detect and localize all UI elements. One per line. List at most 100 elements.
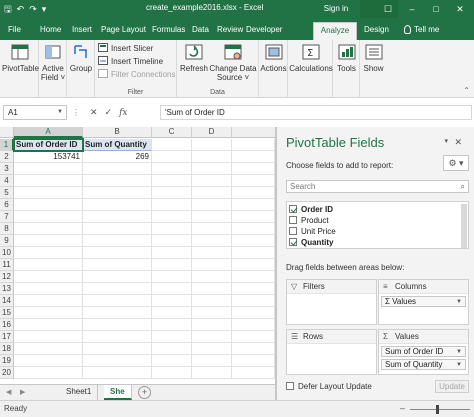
values-area[interactable]: Σ Values Sum of Order ID ▼ Sum of Quantity… <box>378 329 469 375</box>
cell[interactable] <box>192 187 232 199</box>
cell[interactable] <box>232 283 275 295</box>
cell[interactable] <box>232 139 275 151</box>
zoom-slider-thumb[interactable] <box>436 405 439 414</box>
update-button[interactable]: Update <box>435 380 469 393</box>
chevron-down-icon[interactable]: ▼ <box>456 347 462 357</box>
cell[interactable] <box>232 199 275 211</box>
cell[interactable] <box>14 283 83 295</box>
formula-input[interactable]: 'Sum of Order ID <box>160 105 472 120</box>
add-sheet-button[interactable]: + <box>138 386 151 399</box>
cell[interactable] <box>232 151 275 163</box>
cell[interactable] <box>152 295 192 307</box>
cell[interactable] <box>232 211 275 223</box>
cell[interactable] <box>232 247 275 259</box>
cell[interactable] <box>192 211 232 223</box>
row-header[interactable]: 6 <box>0 199 14 211</box>
cell[interactable] <box>192 343 232 355</box>
cell[interactable] <box>152 271 192 283</box>
cell[interactable] <box>232 331 275 343</box>
field-order-id[interactable]: Order ID <box>289 204 333 215</box>
checkbox-order-id[interactable] <box>289 205 297 213</box>
cell[interactable] <box>14 163 83 175</box>
zoom-out-button[interactable]: – <box>400 403 405 413</box>
chevron-down-icon[interactable]: ▼ <box>456 360 462 370</box>
cell[interactable] <box>83 175 152 187</box>
customize-qat-icon[interactable]: ▾ <box>42 2 47 16</box>
tab-developer[interactable]: Developer <box>246 22 282 40</box>
cell[interactable] <box>83 295 152 307</box>
cell[interactable] <box>152 247 192 259</box>
chevron-down-icon[interactable]: ▼ <box>456 297 462 307</box>
columns-values-pill[interactable]: Σ Values ▼ <box>381 296 466 307</box>
tab-formulas[interactable]: Formulas <box>152 22 185 40</box>
row-header[interactable]: 7 <box>0 211 14 223</box>
column-header-a[interactable]: A <box>14 127 83 138</box>
cell[interactable] <box>14 367 83 379</box>
cell[interactable] <box>83 307 152 319</box>
tab-insert[interactable]: Insert <box>72 22 92 40</box>
sheet-tab-sheet1[interactable]: Sheet1 <box>60 385 99 400</box>
close-icon[interactable]: ✕ <box>448 0 472 18</box>
cell[interactable] <box>232 271 275 283</box>
cell-b1[interactable]: Sum of Quantity <box>83 139 152 151</box>
cell[interactable] <box>192 151 232 163</box>
cell-a1[interactable]: Sum of Order ID <box>13 138 84 152</box>
cell[interactable] <box>83 199 152 211</box>
cell[interactable] <box>152 259 192 271</box>
field-list-scrollbar[interactable] <box>461 204 467 248</box>
name-box-dropdown-icon[interactable]: ▼ <box>57 106 63 119</box>
cell[interactable] <box>14 175 83 187</box>
cell[interactable] <box>14 355 83 367</box>
cell[interactable] <box>14 307 83 319</box>
cell[interactable] <box>192 331 232 343</box>
cell[interactable] <box>232 163 275 175</box>
tab-home[interactable]: Home <box>40 22 61 40</box>
close-icon[interactable]: ✕ <box>454 137 462 148</box>
select-all-corner[interactable] <box>0 127 14 138</box>
cell[interactable] <box>192 175 232 187</box>
cell[interactable] <box>232 223 275 235</box>
cell[interactable] <box>152 223 192 235</box>
cell[interactable] <box>83 163 152 175</box>
row-header[interactable]: 3 <box>0 163 14 175</box>
insert-slicer-button[interactable]: Insert Slicer <box>98 43 153 55</box>
cell[interactable] <box>232 319 275 331</box>
change-data-source-button[interactable]: Change Data Source ˅ <box>209 42 257 82</box>
zoom-slider[interactable] <box>410 409 470 410</box>
cell[interactable] <box>192 247 232 259</box>
cell[interactable] <box>152 283 192 295</box>
tab-data[interactable]: Data <box>192 22 209 40</box>
tell-me-search[interactable]: Tell me <box>404 22 439 38</box>
cell[interactable] <box>192 367 232 379</box>
cell[interactable] <box>152 175 192 187</box>
field-search-input[interactable]: Search ⌕ <box>286 180 469 193</box>
cell[interactable] <box>14 187 83 199</box>
row-header[interactable]: 20 <box>0 367 14 379</box>
cell[interactable] <box>192 295 232 307</box>
defer-layout-update[interactable]: Defer Layout Update <box>286 382 372 391</box>
cell-a2[interactable]: 153741 <box>14 151 83 163</box>
column-header-b[interactable]: B <box>83 127 152 138</box>
cell[interactable] <box>192 163 232 175</box>
column-header-e[interactable] <box>232 127 275 138</box>
cell[interactable] <box>83 211 152 223</box>
pivottable-button[interactable]: PivotTable <box>2 42 39 73</box>
tab-design[interactable]: Design <box>364 22 389 40</box>
column-header-d[interactable]: D <box>192 127 232 138</box>
row-header[interactable]: 9 <box>0 235 14 247</box>
filters-area[interactable]: ▽ Filters <box>286 279 377 325</box>
calculations-button[interactable]: Σ Calculations <box>289 42 333 73</box>
save-icon[interactable]: 🖫 <box>4 2 12 16</box>
scroll-sheets-left-icon[interactable]: ◀ <box>6 385 11 400</box>
cell[interactable] <box>83 223 152 235</box>
cell[interactable] <box>232 235 275 247</box>
show-button[interactable]: Show <box>361 42 386 73</box>
row-header[interactable]: 5 <box>0 187 14 199</box>
row-header[interactable]: 19 <box>0 355 14 367</box>
cell[interactable] <box>83 355 152 367</box>
cell[interactable] <box>152 139 192 151</box>
defer-checkbox[interactable] <box>286 382 294 390</box>
filter-connections-button[interactable]: Filter Connections <box>98 69 175 81</box>
cell[interactable] <box>152 151 192 163</box>
cell[interactable] <box>14 331 83 343</box>
